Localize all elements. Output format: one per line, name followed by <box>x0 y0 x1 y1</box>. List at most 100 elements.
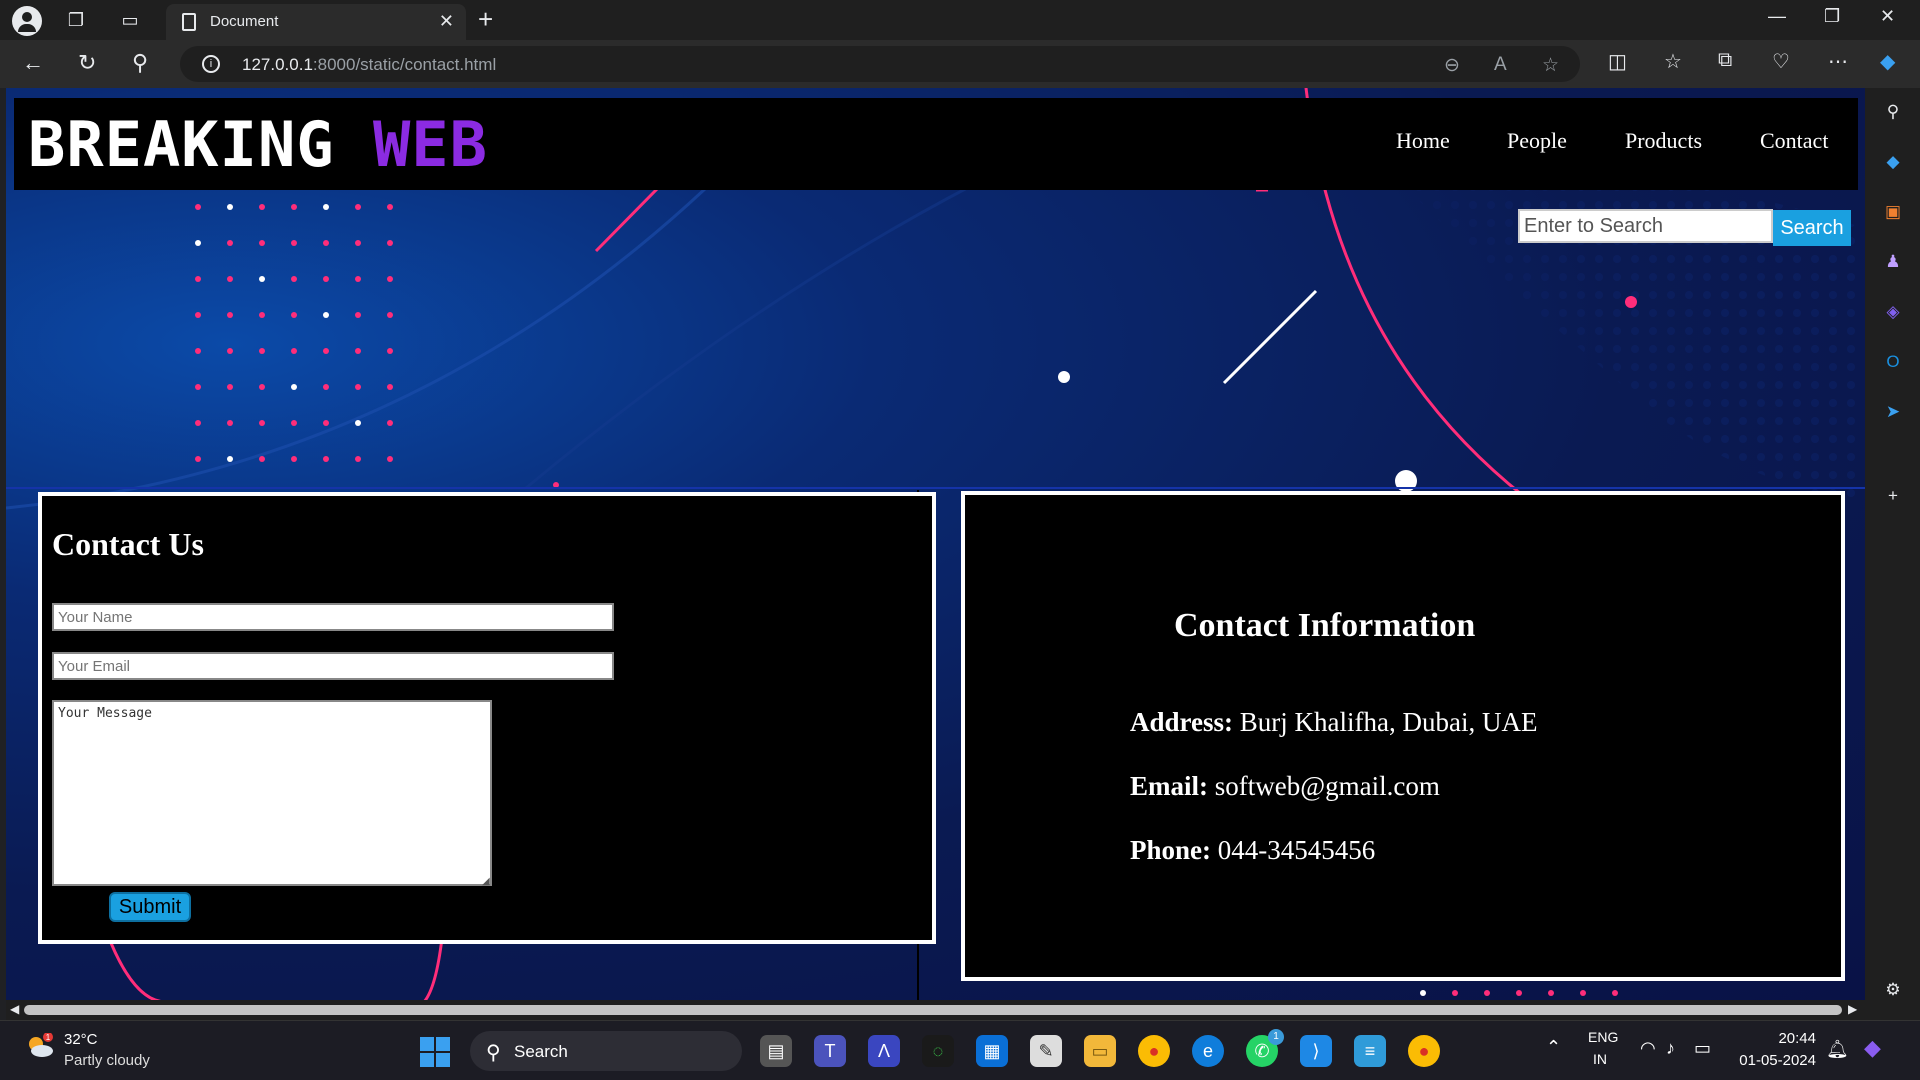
notepad-icon[interactable]: ≡ <box>1354 1035 1386 1067</box>
pdf-editor-icon[interactable]: ✎ <box>1030 1035 1062 1067</box>
back-icon[interactable]: ← <box>22 50 44 76</box>
decor-dot <box>227 240 233 246</box>
weather-badge: 1 <box>46 1033 51 1042</box>
decor-dot <box>227 204 233 210</box>
restore-icon[interactable]: ❐ <box>1824 6 1840 27</box>
site-logo[interactable]: BREAKING WEB <box>28 108 488 181</box>
nav-people-link[interactable]: People <box>1507 128 1567 154</box>
decor-dot <box>323 456 329 462</box>
chrome-icon[interactable]: ● <box>1138 1035 1170 1067</box>
collections-icon[interactable]: ⧉ <box>1718 49 1732 72</box>
sidebar-settings-icon[interactable]: ⚙ <box>1881 978 1905 1002</box>
decor-dot <box>355 348 361 354</box>
teams-icon[interactable]: T <box>814 1035 846 1067</box>
site-header: BREAKING WEB Home People Products Contac… <box>14 98 1858 190</box>
decor-dot <box>259 384 265 390</box>
volume-icon[interactable]: ♪ <box>1666 1038 1675 1059</box>
horizontal-scrollbar[interactable]: ◀ ▶ <box>6 1000 1865 1020</box>
start-windows-icon[interactable] <box>420 1037 450 1067</box>
notification-bell-icon[interactable]: 🔔︎ <box>1826 1039 1849 1060</box>
copilot-icon[interactable]: ◆ <box>1880 49 1895 74</box>
decor-dot <box>195 420 201 426</box>
battery-icon[interactable]: ▭ <box>1694 1038 1711 1059</box>
read-aloud-icon[interactable]: A <box>1494 54 1507 76</box>
vpn-app-icon[interactable]: Λ <box>868 1035 900 1067</box>
contact-heading: Contact Us <box>52 526 204 562</box>
taskbar-search[interactable]: ⚲ Search <box>470 1031 742 1071</box>
new-tab-icon[interactable]: + <box>478 4 493 35</box>
workspaces-icon[interactable]: ❐ <box>64 8 88 32</box>
microsoft365-icon[interactable]: ◈ <box>1881 300 1905 324</box>
nav-home-link[interactable]: Home <box>1396 128 1450 154</box>
decor-dot <box>1420 990 1426 996</box>
tab-actions-icon[interactable]: ▭ <box>118 8 142 32</box>
scroll-left-icon[interactable]: ◀ <box>10 1002 19 1016</box>
scroll-thumb[interactable] <box>24 1005 1842 1015</box>
edge-icon[interactable]: e <box>1192 1035 1224 1067</box>
games-icon[interactable]: ♟ <box>1881 250 1905 274</box>
decor-dot <box>195 348 201 354</box>
close-window-icon[interactable]: ✕ <box>1880 6 1895 27</box>
decor-dot <box>291 240 297 246</box>
page-viewport: BREAKING WEB Home People Products Contac… <box>6 88 1865 1002</box>
url-text[interactable]: 127.0.0.1:8000/static/contact.html <box>242 55 496 75</box>
browser-tab-strip: ❐ ▭ Document ✕ + — ❐ ✕ <box>0 0 1920 40</box>
address-bar[interactable]: i 127.0.0.1:8000/static/contact.html ⊖ A… <box>180 46 1580 82</box>
nav-products-link[interactable]: Products <box>1625 128 1702 154</box>
vscode-icon[interactable]: ⟩ <box>1300 1035 1332 1067</box>
sync-app-icon[interactable]: ◌ <box>922 1035 954 1067</box>
decor-dot <box>387 312 393 318</box>
decor-dot <box>387 348 393 354</box>
search-icon[interactable]: ⚲ <box>132 50 148 76</box>
favorite-star-icon[interactable]: ☆ <box>1542 54 1559 77</box>
site-search-button[interactable]: Search <box>1773 210 1851 246</box>
decor-dot <box>323 240 329 246</box>
clock-date[interactable]: 01-05-2024 <box>1738 1052 1816 1069</box>
tab-document[interactable]: Document ✕ <box>166 4 466 40</box>
decor-dot <box>195 312 201 318</box>
windows-taskbar: 1 32°C Partly cloudy ⚲ Search ▤ T Λ ◌ ▦ … <box>0 1020 1920 1080</box>
outlook-icon[interactable]: O <box>1881 350 1905 374</box>
close-tab-icon[interactable]: ✕ <box>439 11 454 32</box>
split-screen-icon[interactable]: ◫ <box>1608 49 1627 74</box>
resize-grip-icon[interactable]: ◢ <box>482 876 490 887</box>
refresh-icon[interactable]: ↻ <box>78 50 96 76</box>
tools-briefcase-icon[interactable]: ▣ <box>1881 200 1905 224</box>
browser-essentials-icon[interactable]: ♡ <box>1772 49 1790 74</box>
language-eng[interactable]: ENG <box>1588 1029 1618 1045</box>
name-field[interactable] <box>52 603 614 631</box>
chrome-profile-icon[interactable]: ● <box>1408 1035 1440 1067</box>
nav-contact-link[interactable]: Contact <box>1760 128 1828 154</box>
scroll-right-icon[interactable]: ▶ <box>1848 1002 1857 1016</box>
wifi-icon[interactable]: ◠ <box>1640 1038 1656 1059</box>
zoom-icon[interactable]: ⊖ <box>1444 54 1460 77</box>
microsoft-store-icon[interactable]: ▦ <box>976 1035 1008 1067</box>
language-in[interactable]: IN <box>1593 1051 1607 1067</box>
decor-dot <box>291 276 297 282</box>
decor-dot <box>355 312 361 318</box>
email-field[interactable] <box>52 652 614 680</box>
add-sidebar-app-icon[interactable]: + <box>1881 484 1905 508</box>
more-menu-icon[interactable]: ⋯ <box>1828 49 1848 74</box>
task-view-icon[interactable]: ▤ <box>760 1035 792 1067</box>
minimize-icon[interactable]: — <box>1768 6 1786 27</box>
send-icon[interactable]: ➤ <box>1881 400 1905 424</box>
decor-dot <box>291 204 297 210</box>
show-hidden-icons[interactable]: ⌃ <box>1546 1037 1561 1058</box>
site-search-input[interactable] <box>1518 209 1773 243</box>
decor-dot <box>291 456 297 462</box>
weather-partly-cloudy-icon[interactable]: 1 <box>24 1033 54 1059</box>
message-field[interactable] <box>52 700 492 886</box>
shopping-tag-icon[interactable]: ◆ <box>1881 150 1905 174</box>
submit-button[interactable]: Submit <box>109 892 191 922</box>
decor-dot <box>227 276 233 282</box>
phone-label: Phone: <box>1130 835 1211 865</box>
site-info-icon[interactable]: i <box>202 55 220 73</box>
copilot-taskbar-icon[interactable]: ◆ <box>1864 1035 1881 1061</box>
profile-avatar-icon[interactable] <box>12 6 42 36</box>
address-label: Address: <box>1130 707 1234 737</box>
file-explorer-icon[interactable]: ▭ <box>1084 1035 1116 1067</box>
clock-time[interactable]: 20:44 <box>1756 1030 1816 1047</box>
sidebar-search-icon[interactable]: ⚲ <box>1881 100 1905 124</box>
favorites-icon[interactable]: ☆ <box>1664 49 1682 74</box>
